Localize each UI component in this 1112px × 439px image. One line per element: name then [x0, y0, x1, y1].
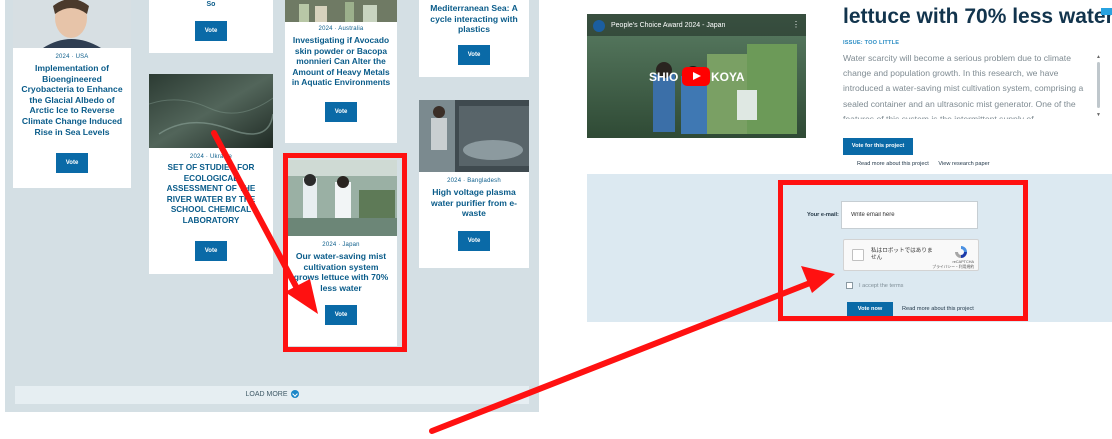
project-title-text[interactable]: So — [207, 1, 216, 8]
vote-button[interactable]: Vote — [324, 101, 358, 122]
highlight-box-card — [283, 153, 407, 352]
chevron-down-icon — [290, 390, 299, 399]
scroll-down-icon[interactable]: ▼ — [1096, 112, 1101, 118]
page-title: lettuce with 70% less water — [843, 5, 1112, 28]
project-card[interactable]: 2024 · Australia Investigating if Avocad… — [285, 0, 397, 143]
vote-for-project-button[interactable]: Vote for this project — [843, 138, 913, 155]
scroll-up-icon[interactable]: ▲ — [1096, 54, 1101, 60]
video-overlay-text-left: SHIO — [649, 70, 679, 84]
video-title[interactable]: People's Choice Award 2024 - Japan — [611, 22, 725, 29]
project-title[interactable]: So — [149, 0, 273, 11]
project-title[interactable]: High voltage plasma water purifier from … — [419, 184, 529, 219]
scrollbar-thumb[interactable] — [1097, 62, 1100, 108]
project-title[interactable]: Mediterranean Sea: A cycle interacting w… — [419, 0, 529, 35]
video-channel-icon — [593, 20, 605, 32]
vote-button[interactable]: Vote — [457, 44, 491, 65]
project-gallery: 2024 · USA Implementation of Bioengineer… — [5, 0, 539, 412]
project-card[interactable]: So Vote — [149, 0, 273, 53]
vote-button[interactable]: Vote — [457, 230, 491, 251]
project-card[interactable]: 2024 · Bangladesh High voltage plasma wa… — [419, 100, 529, 268]
share-tab[interactable] — [1101, 8, 1112, 15]
project-photo — [13, 0, 131, 48]
project-photo — [285, 0, 397, 22]
project-card[interactable]: 2024 · USA Implementation of Bioengineer… — [13, 0, 131, 188]
project-title[interactable]: Investigating if Avocado skin powder or … — [285, 32, 397, 88]
video-overlay-text-right: KOYA — [711, 70, 745, 84]
project-card[interactable]: Mediterranean Sea: A cycle interacting w… — [419, 0, 529, 77]
research-paper-link[interactable]: View research paper — [938, 161, 989, 167]
highlight-box-form — [778, 180, 1028, 321]
play-icon — [693, 72, 701, 80]
load-more-button[interactable]: LOAD MORE — [15, 386, 529, 404]
project-photo — [419, 100, 529, 172]
video-menu-icon[interactable]: ⋮ — [792, 20, 800, 29]
load-more-label: LOAD MORE — [245, 391, 288, 398]
project-title[interactable]: Implementation of Bioengineered Cryobact… — [13, 60, 131, 137]
read-more-link[interactable]: Read more about this project — [857, 161, 929, 167]
description-scrollbar[interactable]: ▲ ▼ — [1095, 54, 1102, 120]
video-player[interactable]: People's Choice Award 2024 - Japan ⋮ SHI… — [587, 14, 806, 138]
issue-tag: ISSUE: TOO LITTLE — [843, 40, 900, 46]
screenshot-composite: 2024 · USA Implementation of Bioengineer… — [0, 0, 1112, 439]
project-card[interactable]: 2024 · Ukraine SET OF STUDIES FOR ECOLOG… — [149, 74, 273, 274]
vote-button[interactable]: Vote — [194, 20, 228, 41]
vote-button[interactable]: Vote — [194, 240, 228, 261]
project-photo — [149, 74, 273, 148]
project-title[interactable]: SET OF STUDIES FOR ECOLOGICAL ASSESSMENT… — [149, 160, 273, 227]
vote-button[interactable]: Vote — [55, 153, 89, 174]
project-description: Water scarcity will become a serious pro… — [843, 53, 1084, 119]
project-links: Read more about this project View resear… — [857, 161, 998, 167]
play-button[interactable] — [682, 67, 710, 86]
